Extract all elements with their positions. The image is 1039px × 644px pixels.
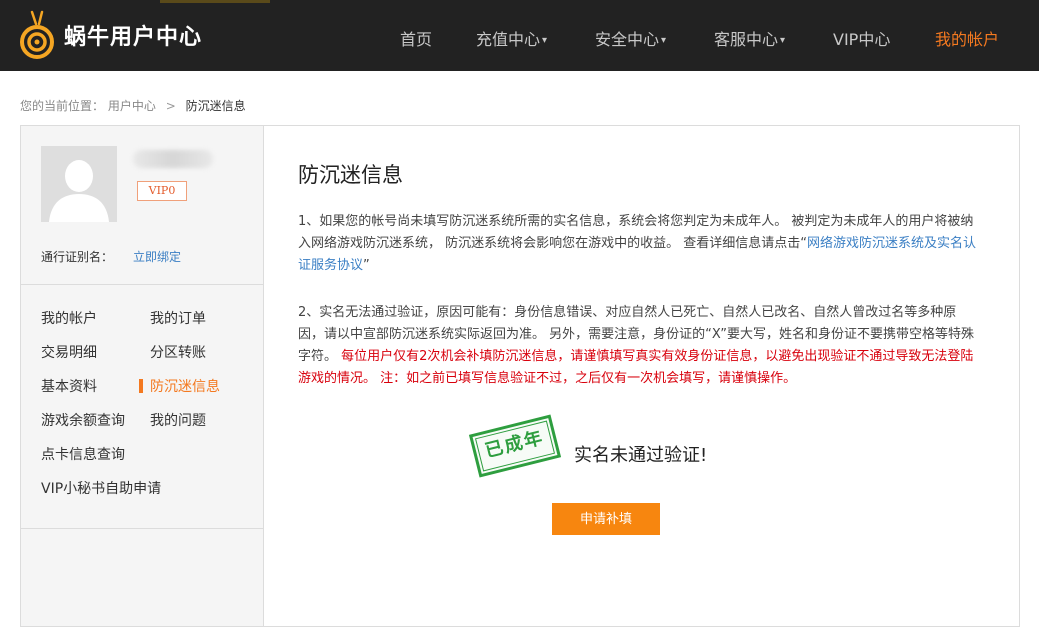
- page-title: 防沉迷信息: [298, 163, 403, 187]
- sidebar-divider: [21, 528, 264, 529]
- chevron-down-icon: ▾: [780, 35, 786, 46]
- sidebar-item-anti-addiction[interactable]: 防沉迷信息: [139, 376, 220, 396]
- bind-now-link[interactable]: 立即绑定: [133, 248, 181, 265]
- sidebar-item-transactions[interactable]: 交易明细: [41, 342, 97, 362]
- top-banner-strip: [160, 0, 270, 3]
- sidebar-item-my-account[interactable]: 我的帐户: [41, 308, 97, 328]
- nav-security-center[interactable]: 安全中心 ▾: [595, 26, 666, 50]
- chevron-down-icon: ▾: [542, 35, 548, 46]
- pass-alias-label: 通行证别名：: [41, 250, 114, 264]
- main-container: VIP0 通行证别名： 立即绑定 我的帐户 我的订单 交易明细 分区转账 基本资…: [20, 125, 1020, 627]
- top-header: 蜗牛用户中心 首页 充值中心 ▾ 安全中心 ▾ 客服中心 ▾ VIP中心 我的帐户: [0, 0, 1039, 71]
- breadcrumb: 您的当前位置： 用户中心 > 防沉迷信息: [20, 97, 246, 114]
- breadcrumb-parent-link[interactable]: 用户中心: [108, 99, 156, 113]
- adult-stamp: 已成年: [468, 414, 562, 478]
- breadcrumb-current: 防沉迷信息: [185, 99, 246, 113]
- breadcrumb-separator-icon: >: [165, 99, 176, 113]
- verification-status: 实名未通过验证!: [574, 445, 708, 466]
- sidebar: VIP0 通行证别名： 立即绑定 我的帐户 我的订单 交易明细 分区转账 基本资…: [21, 126, 264, 626]
- sidebar-item-profile[interactable]: 基本资料: [41, 376, 97, 396]
- sidebar-item-vip-secretary[interactable]: VIP小秘书自助申请: [41, 478, 161, 498]
- notice-paragraph-2: 2、实名无法通过验证，原因可能有：身份信息错误、对应自然人已死亡、自然人已改名、…: [298, 305, 974, 386]
- user-silhouette-icon: [41, 146, 117, 222]
- nav-home[interactable]: 首页: [400, 26, 432, 50]
- nav-my-account[interactable]: 我的帐户: [935, 26, 999, 50]
- username-blurred: [133, 150, 213, 168]
- notice-paragraph-1: 1、如果您的帐号尚未填写防沉迷系统所需的实名信息，系统会将您判定为未成年人。 被…: [298, 214, 977, 273]
- content-panel: 防沉迷信息 1、如果您的帐号尚未填写防沉迷系统所需的实名信息，系统会将您判定为未…: [265, 126, 1019, 626]
- breadcrumb-prefix: 您的当前位置：: [20, 99, 105, 113]
- apply-supplement-button[interactable]: 申请补填: [552, 503, 660, 535]
- nav-service-center[interactable]: 客服中心 ▾: [714, 26, 785, 50]
- sidebar-divider: [21, 284, 264, 285]
- sidebar-item-card-query[interactable]: 点卡信息查询: [41, 444, 125, 464]
- sidebar-item-my-questions[interactable]: 我的问题: [150, 410, 206, 430]
- nav-recharge-center[interactable]: 充值中心 ▾: [476, 26, 547, 50]
- brand-logo[interactable]: 蜗牛用户中心: [18, 8, 202, 62]
- vip-level-badge[interactable]: VIP0: [137, 181, 187, 201]
- brand-name: 蜗牛用户中心: [64, 25, 203, 50]
- avatar[interactable]: [41, 146, 117, 222]
- warning-text: 每位用户仅有2次机会补填防沉迷信息，请谨慎填写真实有效身份证信息，以避免出现验证…: [298, 349, 974, 386]
- nav-vip-center[interactable]: VIP中心: [833, 26, 890, 50]
- sidebar-item-my-orders[interactable]: 我的订单: [150, 308, 206, 328]
- sidebar-item-game-balance[interactable]: 游戏余额查询: [41, 410, 125, 430]
- sidebar-item-zone-transfer[interactable]: 分区转账: [150, 342, 206, 362]
- snail-logo-icon: [18, 10, 56, 60]
- chevron-down-icon: ▾: [661, 35, 667, 46]
